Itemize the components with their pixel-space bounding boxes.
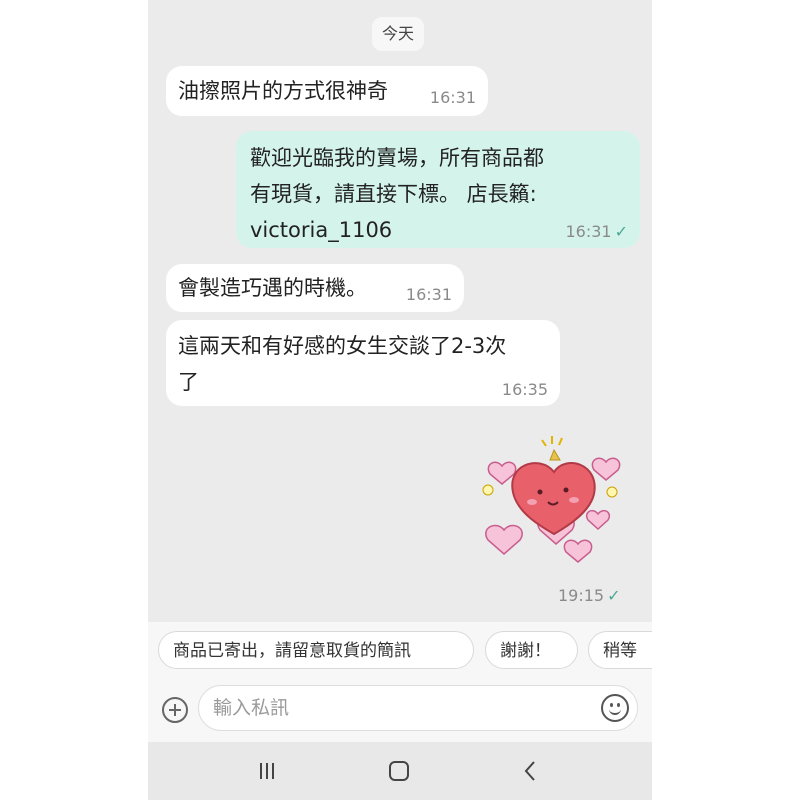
- recent-apps-icon[interactable]: [252, 756, 282, 786]
- plus-icon[interactable]: [162, 697, 188, 723]
- incoming-message[interactable]: 會製造巧遇的時機。 16:31: [166, 264, 464, 312]
- outgoing-message[interactable]: 歡迎光臨我的賣場，所有商品都 有現貨，請直接下標。 店長籟: victoria_…: [236, 131, 640, 248]
- message-text: 油擦照片的方式很神奇: [178, 79, 388, 103]
- quick-reply-chip[interactable]: 謝謝！: [485, 631, 578, 669]
- message-time: 16:35: [501, 380, 548, 399]
- message-time: 16:31 ✓: [565, 222, 628, 241]
- message-input[interactable]: 輸入私訊: [198, 685, 638, 731]
- message-text: 會製造巧遇的時機。: [178, 276, 367, 300]
- chat-screen: 今天 油擦照片的方式很神奇 16:31 歡迎光臨我的賣場，所有商品都 有現貨，請…: [148, 0, 652, 800]
- message-text-line: 了: [178, 370, 199, 394]
- composer-bar: 輸入私訊: [148, 680, 652, 742]
- quick-reply-chip[interactable]: 稍等: [588, 631, 652, 669]
- date-separator: 今天: [372, 17, 425, 51]
- incoming-message[interactable]: 油擦照片的方式很神奇 16:31: [166, 66, 488, 116]
- incoming-message[interactable]: 這兩天和有好感的女生交談了2-3次 了 16:35: [166, 320, 560, 406]
- back-icon[interactable]: [516, 756, 546, 786]
- message-input-placeholder: 輸入私訊: [213, 697, 290, 719]
- message-list[interactable]: 今天 油擦照片的方式很神奇 16:31 歡迎光臨我的賣場，所有商品都 有現貨，請…: [148, 0, 652, 622]
- message-time: 16:31: [429, 88, 476, 107]
- heart-character-sticker[interactable]: [474, 426, 624, 566]
- message-time: 16:31: [405, 285, 452, 304]
- read-check-icon: ✓: [607, 586, 621, 605]
- message-time: 19:15 ✓: [558, 586, 621, 605]
- message-text-line: 歡迎光臨我的賣場，所有商品都: [250, 146, 544, 170]
- system-navigation-bar: [148, 742, 652, 800]
- message-text-line: 這兩天和有好感的女生交談了2-3次: [178, 334, 507, 358]
- home-icon[interactable]: [384, 756, 414, 786]
- read-check-icon: ✓: [614, 222, 628, 241]
- quick-reply-chip[interactable]: 商品已寄出，請留意取貨的簡訊: [158, 631, 474, 669]
- quick-reply-bar: 商品已寄出，請留意取貨的簡訊 謝謝！ 稍等: [148, 622, 652, 680]
- message-text-line: 有現貨，請直接下標。 店長籟:: [250, 182, 537, 206]
- emoji-icon[interactable]: [601, 694, 629, 722]
